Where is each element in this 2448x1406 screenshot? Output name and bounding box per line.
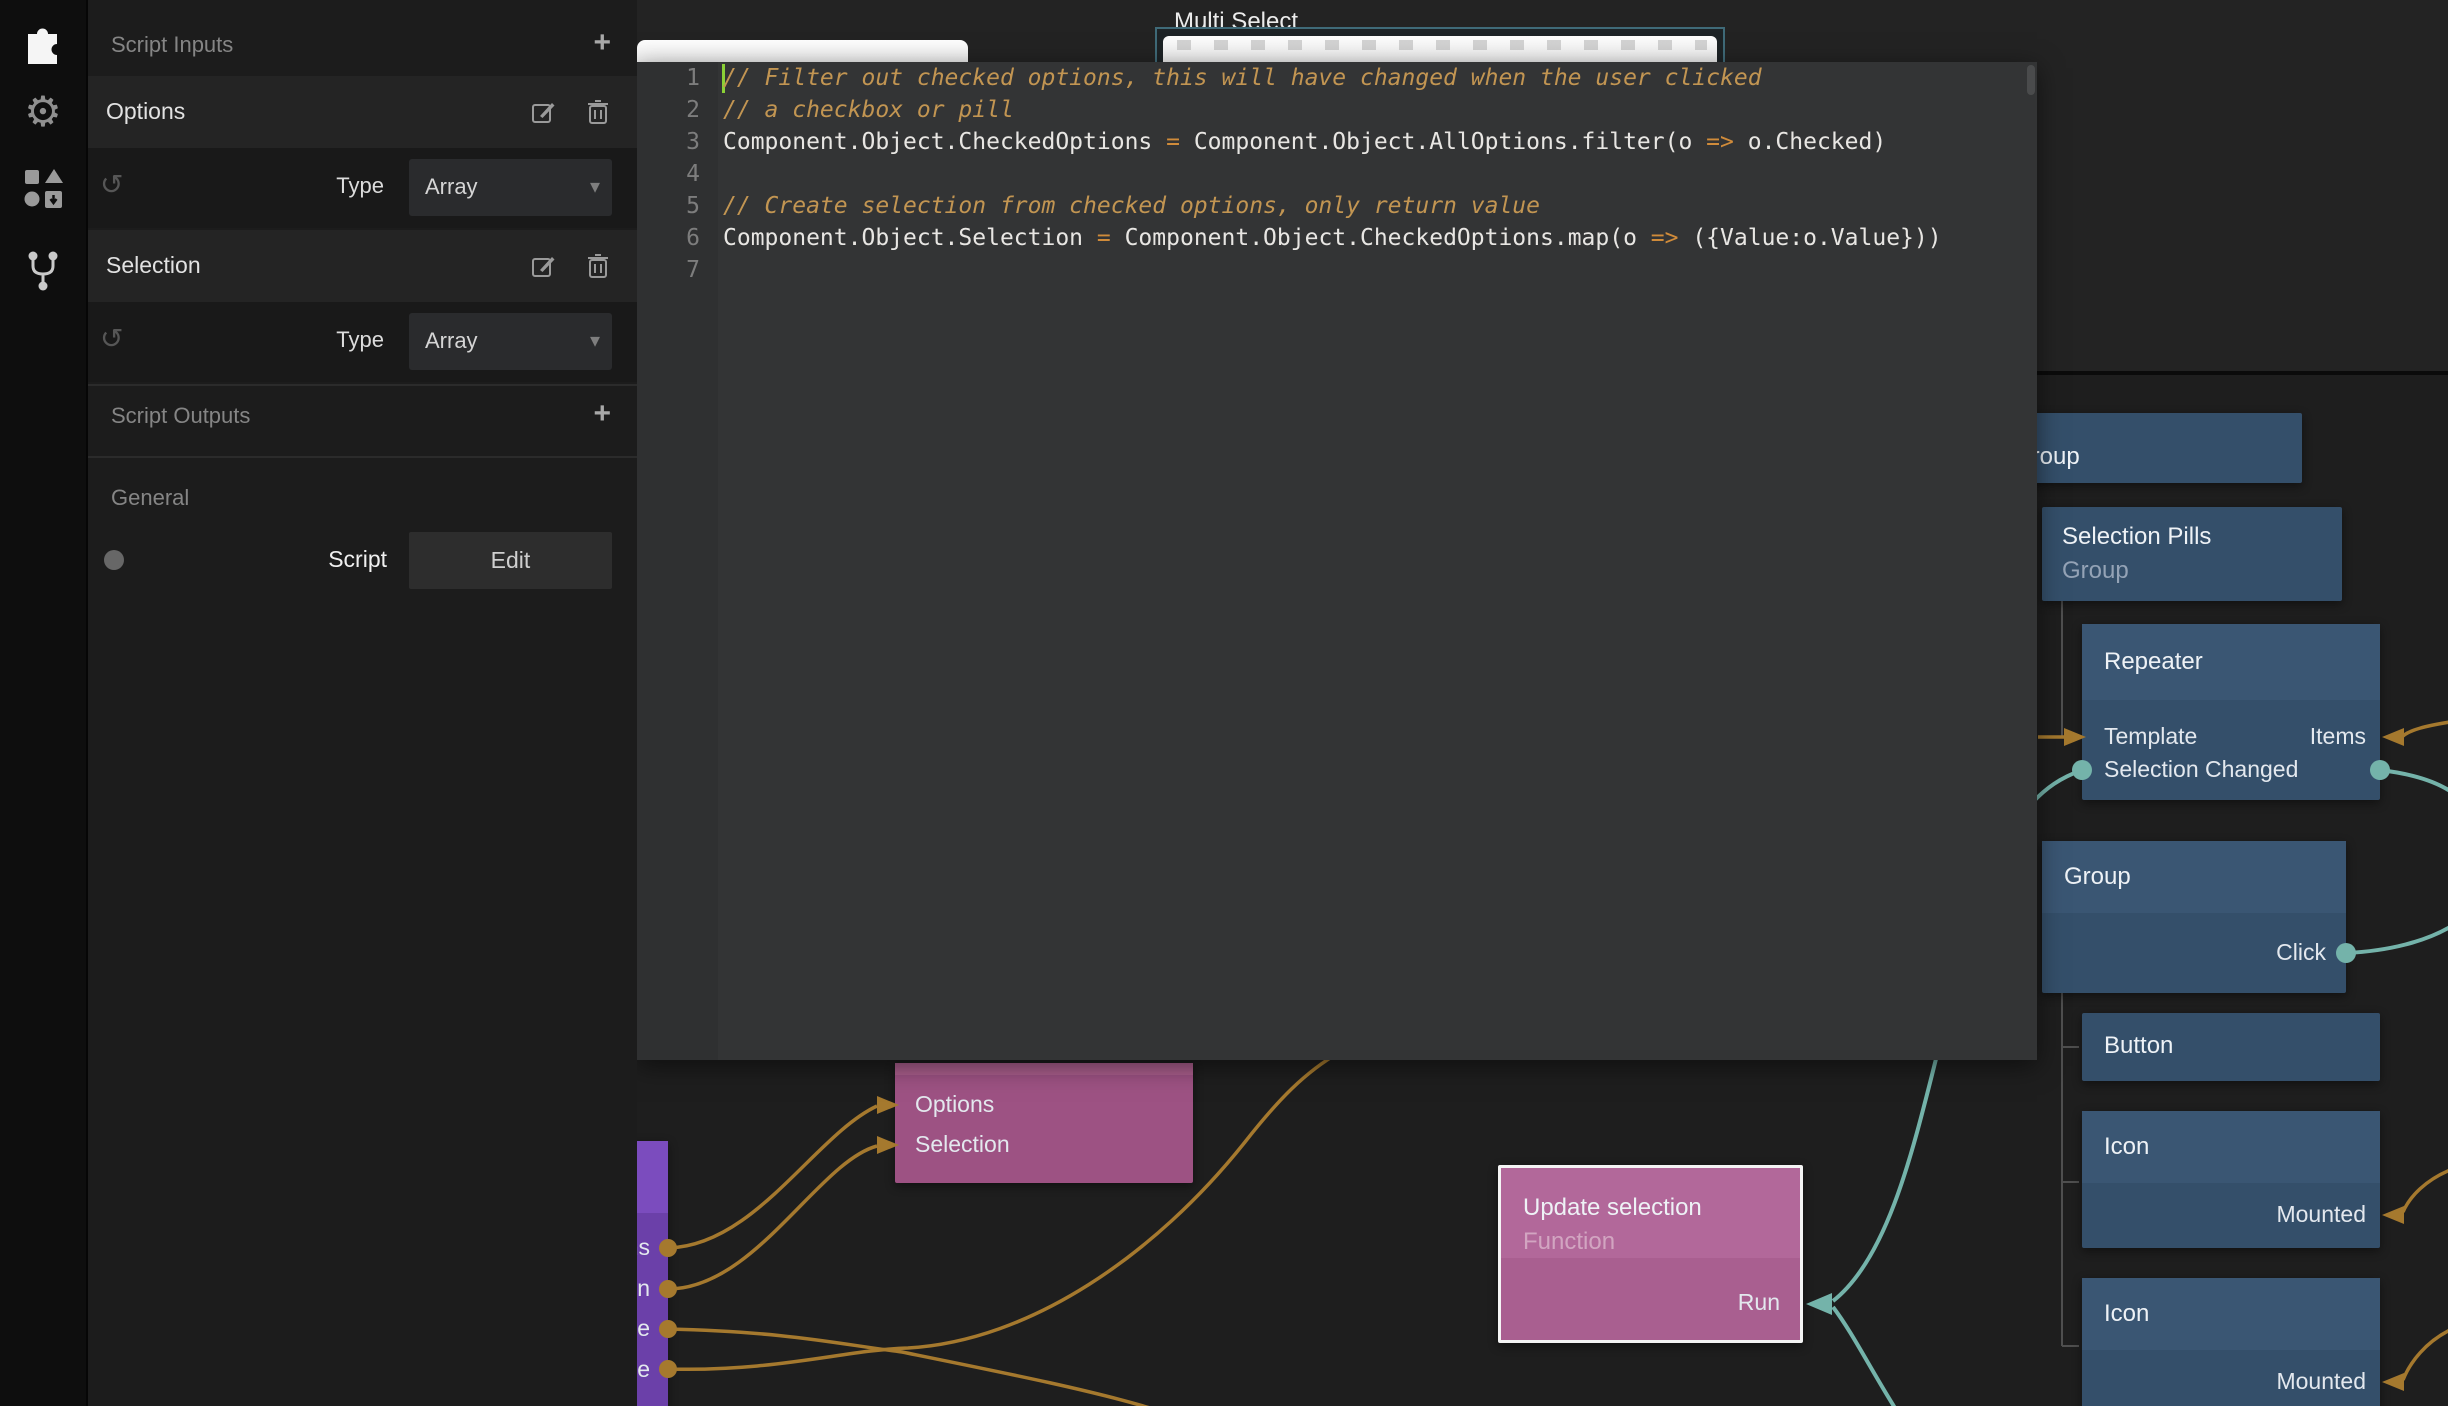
icon-sidebar: ⚙ [0, 0, 88, 1406]
wire-selection [668, 1146, 877, 1289]
divider [86, 384, 637, 386]
code-line-7[interactable] [723, 254, 2029, 286]
reset-icon[interactable]: ↺ [100, 322, 123, 355]
wire-mounted-1 [2403, 1170, 2448, 1212]
type-row-selection: ↺ Type Array ▾ [86, 302, 637, 382]
node-button[interactable]: Button [2082, 1013, 2380, 1081]
multi-select-preview [1163, 36, 1717, 64]
selected-component-outline[interactable] [1155, 27, 1725, 67]
type-label: Type [266, 327, 384, 353]
arrowhead-items [2382, 728, 2404, 746]
code-line-5[interactable]: // Create selection from checked options… [723, 190, 2029, 222]
line-number: 1 [650, 62, 700, 94]
code-line-3[interactable]: Component.Object.CheckedOptions = Compon… [723, 126, 2029, 158]
wire-value-a [668, 1329, 1150, 1406]
preview-checkbox-ticks [1177, 40, 1707, 50]
rename-icon[interactable] [531, 99, 557, 125]
node-update-selection[interactable]: Update selection Function Run [1498, 1165, 1803, 1343]
gear-icon: ⚙ [24, 91, 62, 133]
wire-options [668, 1106, 877, 1248]
app-window: Multi Select Group Selection Pills Group… [0, 0, 2448, 1406]
arrowhead-mounted-2 [2382, 1373, 2404, 1391]
editor-gutter: 1 2 3 4 5 6 7 [637, 62, 718, 1060]
input-row-options[interactable]: Options [86, 76, 637, 148]
section-script-outputs: Script Outputs [111, 403, 250, 429]
node-group[interactable]: Group Click [2042, 841, 2346, 993]
line-number: 3 [650, 126, 700, 158]
divider [86, 456, 637, 458]
node-repeater[interactable]: Repeater Template Items Selection Change… [2082, 624, 2380, 800]
chevron-down-icon: ▾ [590, 328, 600, 353]
wire-items [2403, 722, 2448, 736]
section-general: General [111, 485, 189, 511]
port-selection-changed[interactable]: Selection Changed [2104, 756, 2298, 783]
sidebar-item-settings[interactable]: ⚙ [0, 77, 86, 147]
port-run[interactable]: Run [1738, 1289, 1780, 1316]
type-dropdown-selection[interactable]: Array ▾ [409, 313, 612, 370]
reset-icon[interactable]: ↺ [100, 168, 123, 201]
line-number: 2 [650, 94, 700, 126]
code-line-2[interactable]: // a checkbox or pill [723, 94, 2029, 126]
sidebar-item-components[interactable] [0, 10, 86, 80]
port-options[interactable]: Options [915, 1091, 994, 1118]
wire-click [2346, 927, 2448, 953]
script-connector-dot[interactable] [104, 550, 124, 570]
node-icon-2[interactable]: Icon Mounted [2082, 1278, 2380, 1406]
wire-run-bottom [1833, 1307, 1895, 1406]
sidebar-item-version-control[interactable] [0, 238, 86, 308]
components-icon [21, 166, 65, 215]
script-property-label: Script [236, 546, 387, 573]
type-dropdown-options[interactable]: Array ▾ [409, 159, 612, 216]
port-mounted[interactable]: Mounted [2276, 1368, 2366, 1395]
port-click[interactable]: Click [2276, 939, 2326, 966]
input-row-selection[interactable]: Selection [86, 230, 637, 302]
type-row-options: ↺ Type Array ▾ [86, 148, 637, 228]
node-selection-pills[interactable]: Selection Pills Group [2042, 507, 2342, 601]
puzzle-icon [20, 20, 66, 71]
arrowhead-mounted-1 [2382, 1206, 2404, 1224]
branch-icon [20, 248, 66, 299]
add-script-input-button[interactable]: + [593, 30, 611, 56]
wire-mounted-2 [2403, 1330, 2448, 1380]
delete-icon[interactable] [585, 99, 611, 125]
code-line-6[interactable]: Component.Object.Selection = Component.O… [723, 222, 2029, 254]
type-label: Type [266, 173, 384, 199]
code-editor[interactable]: 1 2 3 4 5 6 7 // Filter out checked opti… [637, 62, 2037, 1060]
chevron-down-icon: ▾ [590, 174, 600, 199]
properties-panel: Script Inputs + Options ↺ Type Array ▾ S… [86, 0, 637, 1406]
line-number: 6 [650, 222, 700, 254]
wire-run-top [1833, 1055, 1937, 1301]
port-items[interactable]: Items [2310, 723, 2366, 750]
node-object-ports[interactable]: Options Selection [895, 1063, 1193, 1183]
editor-scrollbar[interactable] [2027, 65, 2035, 95]
port-template[interactable]: Template [2104, 723, 2197, 750]
tree-line [2062, 601, 2079, 737]
port-mounted[interactable]: Mounted [2276, 1201, 2366, 1228]
port-selection[interactable]: Selection [915, 1131, 1010, 1158]
delete-icon[interactable] [585, 253, 611, 279]
wire-selchanged-left [2032, 770, 2082, 803]
code-line-1[interactable]: // Filter out checked options, this will… [723, 62, 2029, 94]
code-line-4[interactable] [723, 158, 2029, 190]
add-script-output-button[interactable]: + [593, 401, 611, 427]
section-script-inputs: Script Inputs [111, 32, 233, 58]
line-number: 4 [650, 158, 700, 190]
sidebar-item-node-library[interactable] [0, 155, 86, 225]
node-icon-1[interactable]: Icon Mounted [2082, 1111, 2380, 1248]
edit-script-button[interactable]: Edit [409, 532, 612, 589]
rename-icon[interactable] [531, 253, 557, 279]
wire-selchanged-right [2380, 770, 2448, 791]
line-number: 5 [650, 190, 700, 222]
line-number: 7 [650, 254, 700, 286]
arrowhead-run [1806, 1293, 1832, 1315]
